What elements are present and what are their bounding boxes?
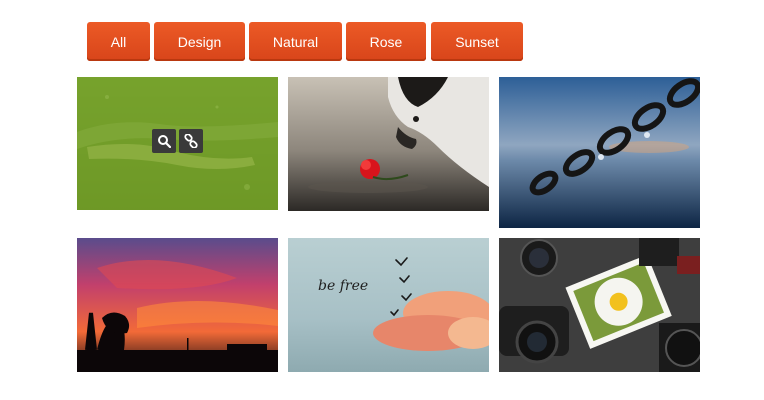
gallery-item-hand[interactable] xyxy=(77,77,278,210)
gallery-item-cameras[interactable] xyxy=(499,238,700,372)
be-free-image: be free xyxy=(288,238,489,372)
hover-overlay xyxy=(77,77,278,210)
gallery-item-sunset[interactable] xyxy=(77,238,278,372)
link-button[interactable] xyxy=(179,129,203,153)
filter-natural-button[interactable]: Natural xyxy=(249,22,342,61)
sunset-image xyxy=(77,238,278,372)
link-icon xyxy=(184,134,198,148)
filter-rose-button[interactable]: Rose xyxy=(346,22,426,61)
search-icon xyxy=(158,135,171,148)
gallery-item-husky-rose[interactable] xyxy=(288,77,489,211)
zoom-button[interactable] xyxy=(152,129,176,153)
filter-all-button[interactable]: All xyxy=(87,22,150,61)
chain-image xyxy=(499,77,700,228)
filter-design-button[interactable]: Design xyxy=(154,22,245,61)
filter-sunset-button[interactable]: Sunset xyxy=(431,22,523,61)
portfolio-page: All Design Natural Rose Sunset be free xyxy=(0,0,764,400)
cameras-image xyxy=(499,238,700,372)
gallery-item-be-free[interactable]: be free xyxy=(288,238,489,372)
gallery-item-chain[interactable] xyxy=(499,77,700,228)
be-free-handwriting: be free xyxy=(318,278,368,294)
husky-rose-image xyxy=(288,77,489,211)
